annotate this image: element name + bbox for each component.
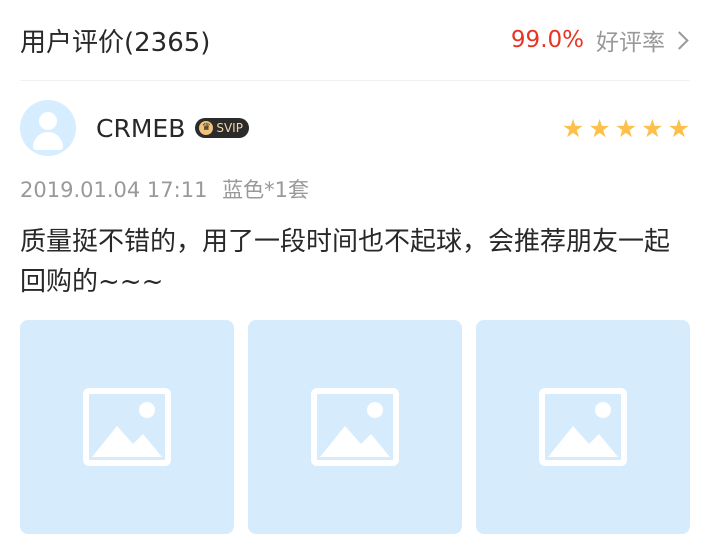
review-image[interactable] xyxy=(248,320,462,534)
chevron-right-icon xyxy=(670,30,689,50)
svip-badge-label: SVIP xyxy=(216,121,243,135)
review-comment: 质量挺不错的，用了一段时间也不起球，会推荐朋友一起回购的~~~ xyxy=(20,227,671,297)
image-placeholder-icon xyxy=(539,388,627,466)
username: CRMEB xyxy=(96,113,186,143)
positive-rate-value: 99.0% xyxy=(510,27,584,53)
image-placeholder-icon xyxy=(311,388,399,466)
review-image[interactable] xyxy=(476,320,690,534)
review-sku: 蓝色*1套 xyxy=(222,178,309,202)
review-image[interactable] xyxy=(20,320,234,534)
crown-icon: ♛ xyxy=(199,121,214,135)
image-placeholder-icon xyxy=(83,388,171,466)
star-icon: ★ xyxy=(667,113,690,143)
positive-rate-label: 好评率 xyxy=(596,30,665,56)
star-icon: ★ xyxy=(614,113,638,143)
review-images xyxy=(20,320,690,534)
avatar xyxy=(20,100,76,156)
star-icon: ★ xyxy=(641,113,664,143)
star-icon: ★ xyxy=(561,113,585,143)
reviews-header: 用户评价(2365) 99.0% 好评率 xyxy=(20,0,690,81)
reviews-title: 用户评价(2365) xyxy=(20,27,211,58)
review-meta: 2019.01.04 17:11 蓝色*1套 xyxy=(20,174,309,204)
review-user-row: CRMEB ♛ SVIP ★ ★ ★ ★ ★ xyxy=(20,100,690,156)
star-icon: ★ xyxy=(588,113,611,143)
svip-badge: ♛ SVIP xyxy=(195,118,249,138)
review-date: 2019.01.04 17:11 xyxy=(20,178,208,202)
positive-rate-link[interactable]: 99.0% 好评率 xyxy=(511,23,690,57)
star-rating: ★ ★ ★ ★ ★ xyxy=(558,116,690,141)
